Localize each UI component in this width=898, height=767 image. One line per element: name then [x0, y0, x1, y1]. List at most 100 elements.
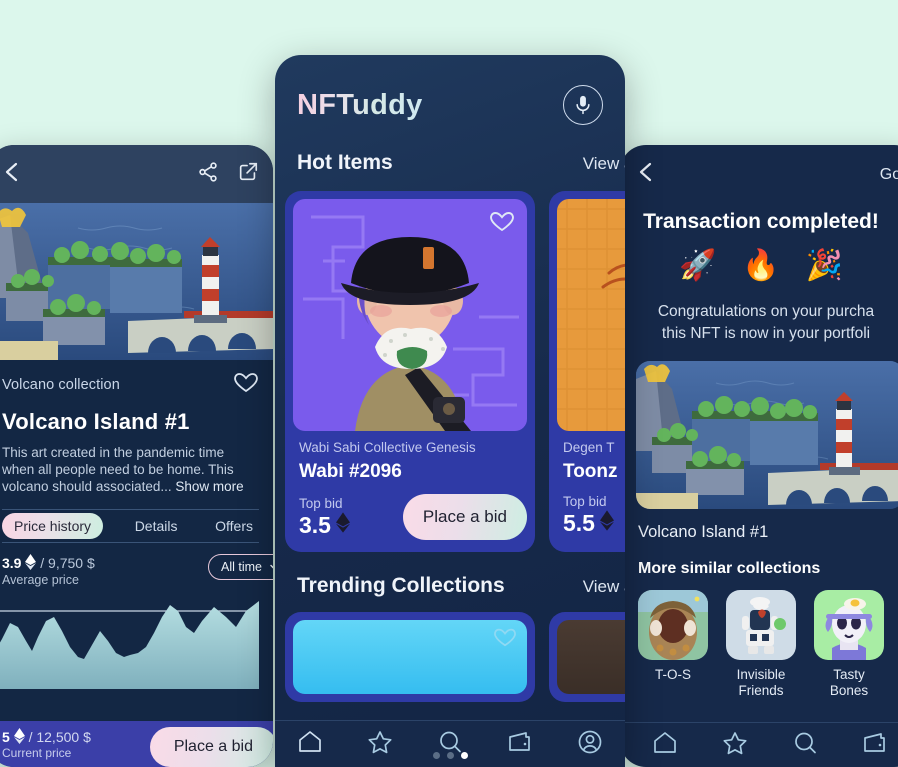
current-price-block: 5 / 12,500 $ Current price: [2, 728, 91, 760]
transaction-topbar: Go to P: [620, 145, 898, 188]
subtitle-line-1: Congratulations on your purcha: [657, 303, 875, 320]
trending-list: [275, 598, 625, 702]
fire-icon: 🔥: [742, 249, 780, 282]
external-link-icon[interactable]: [237, 161, 259, 188]
hot-items-title: Hot Items: [297, 151, 393, 174]
card-collection-name: Degen T: [563, 440, 615, 455]
average-price-label: Average price: [2, 573, 79, 587]
collection-name: Volcano collection: [2, 376, 120, 393]
collection-row: Volcano collection: [2, 370, 259, 399]
app-title: NFTuddy: [297, 88, 423, 121]
page-indicator: [275, 752, 625, 759]
card-bid-amount-row: 5.5: [563, 510, 614, 537]
share-icon[interactable]: [197, 161, 219, 188]
show-more-link[interactable]: Show more: [175, 479, 243, 494]
nft-description: This art created in the pandemic time wh…: [2, 444, 259, 495]
page-dot[interactable]: [432, 752, 440, 759]
nft-hero-image: [0, 203, 273, 360]
place-a-bid-button[interactable]: Place a bid: [149, 727, 273, 767]
card-bid-block: Top bid 5.5: [563, 494, 614, 537]
hot-items-list: Wabi Sabi Collective Genesis Wabi #2096 …: [275, 175, 625, 552]
card-bid-label: Top bid: [563, 494, 607, 509]
star-icon[interactable]: [722, 730, 748, 761]
trending-view-all[interactable]: View all: [583, 577, 625, 597]
place-a-bid-button[interactable]: Place a bid: [402, 494, 527, 540]
home-screen: NFTuddy Hot Items View all: [275, 55, 625, 767]
celebration-emojis: 🚀 🔥 🎉: [620, 248, 898, 283]
heart-icon[interactable]: [493, 626, 517, 653]
ethereum-icon-cta: [13, 728, 25, 745]
subtitle-line-2: this NFT is now in your portfoli: [661, 325, 871, 342]
nft-card[interactable]: Degen T Toonz Top bid 5.5: [549, 191, 625, 552]
home-icon[interactable]: [652, 730, 678, 761]
card-nft-name: Wabi #2096: [299, 461, 402, 482]
card-bid-amount: 5.5: [563, 510, 595, 536]
chevron-left-icon[interactable]: [636, 161, 656, 188]
trending-card[interactable]: [549, 612, 625, 702]
collection-thumb-label: T-O-S: [655, 667, 691, 682]
tab-price-history[interactable]: Price history: [2, 513, 104, 539]
detail-tabs: Price history Details Offers: [2, 509, 259, 543]
nft-detail-screen: Volcano collection Volcano Island #1 Thi…: [0, 145, 273, 767]
card-bid-row: Top bid 5.5: [557, 494, 625, 537]
page-dot[interactable]: [446, 752, 454, 759]
card-bid-amount: 3.5: [299, 511, 331, 538]
collection-thumb-item[interactable]: T-O-S: [638, 590, 708, 699]
collection-thumb-label: Tasty Bones: [829, 667, 869, 698]
time-range-label: All time: [221, 560, 262, 574]
heart-icon[interactable]: [489, 209, 515, 233]
go-to-portfolio-link[interactable]: Go to P: [880, 166, 898, 184]
page-title: Volcano Island #1: [2, 409, 190, 434]
trending-card[interactable]: [285, 612, 535, 702]
bottom-navigation: [620, 722, 898, 767]
collection-thumb-image: [814, 590, 884, 660]
search-icon[interactable]: [792, 730, 818, 761]
collection-thumb-item[interactable]: Invisible Friends: [726, 590, 796, 699]
transaction-completed-screen: Go to P Transaction completed! 🚀 🔥 🎉 Con…: [620, 145, 898, 767]
wallet-icon[interactable]: [862, 730, 888, 761]
hot-items-view-all[interactable]: View all: [583, 154, 625, 174]
average-price-eth: 3.9: [2, 555, 22, 571]
hot-items-header: Hot Items View all: [275, 125, 625, 175]
detail-topbar: [0, 145, 273, 203]
trending-artwork: [293, 620, 527, 694]
price-history-chart: 5 2: [0, 597, 273, 689]
collection-thumb-label: Invisible Friends: [736, 667, 786, 698]
chevron-left-icon[interactable]: [2, 161, 22, 188]
average-price-block: 3.9 / 9,750 $ Average price: [2, 554, 95, 587]
ethereum-icon: [599, 510, 614, 537]
more-collections-title: More similar collections: [638, 560, 821, 577]
rocket-icon: 🚀: [678, 249, 717, 282]
current-price-eth: 5: [2, 729, 10, 745]
trending-header: Trending Collections View all: [275, 552, 625, 598]
collection-thumb-image: [638, 590, 708, 660]
heart-icon[interactable]: [233, 370, 259, 399]
collection-thumb-image: [726, 590, 796, 660]
tab-details[interactable]: Details: [129, 518, 184, 534]
ethereum-icon: [335, 511, 350, 539]
average-price-usd: / 9,750 $: [40, 555, 95, 571]
trending-title: Trending Collections: [297, 574, 505, 597]
home-header: NFTuddy: [275, 55, 625, 125]
microphone-icon[interactable]: [563, 85, 603, 125]
nft-card[interactable]: Wabi Sabi Collective Genesis Wabi #2096 …: [285, 191, 535, 552]
ethereum-icon: [25, 554, 37, 571]
party-popper-icon: 🎉: [805, 249, 844, 282]
time-range-dropdown[interactable]: All time: [208, 554, 273, 580]
page-dot-active[interactable]: [460, 752, 468, 759]
chevron-down-icon: [270, 560, 273, 574]
card-bid-block: Top bid 3.5: [299, 496, 350, 539]
card-bid-label: Top bid: [299, 495, 343, 511]
card-nft-name: Toonz: [563, 461, 618, 482]
transaction-subtitle: Congratulations on your purcha this NFT …: [620, 301, 898, 345]
card-bid-amount-row: 3.5: [299, 512, 350, 539]
current-price-value: 5 / 12,500 $: [2, 728, 91, 745]
tab-offers[interactable]: Offers: [209, 518, 259, 534]
trending-artwork: [557, 620, 625, 694]
card-collection-name: Wabi Sabi Collective Genesis: [299, 440, 476, 455]
average-price-value: 3.9 / 9,750 $: [2, 554, 95, 571]
similar-collections-list: T-O-S Invisible Friends Tasty Bones: [620, 578, 898, 699]
detail-bottom-bar: 5 / 12,500 $ Current price Place a bid: [0, 721, 273, 767]
collection-thumb-item[interactable]: Tasty Bones: [814, 590, 884, 699]
average-price-row: 3.9 / 9,750 $ Average price All time: [2, 554, 273, 587]
